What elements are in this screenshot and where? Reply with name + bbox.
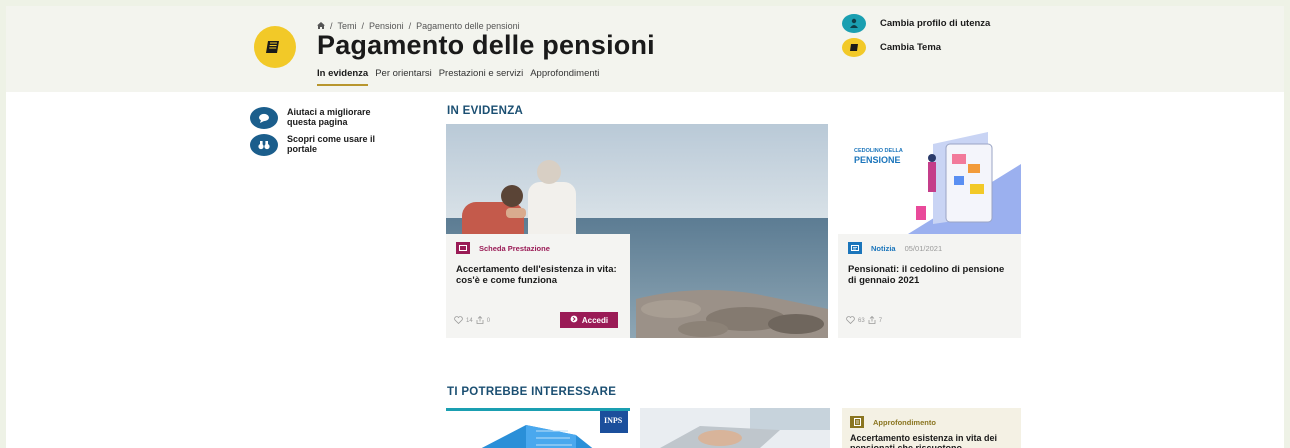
inps-logo: INPS xyxy=(604,416,623,425)
change-profile-label: Cambia profilo di utenza xyxy=(880,17,991,29)
book-icon xyxy=(266,41,279,53)
approfondimento-card[interactable]: Approfondimento Accertamento esistenza i… xyxy=(842,408,1021,448)
inps-building-card[interactable]: INPS xyxy=(446,408,630,448)
chat-icon xyxy=(250,107,278,129)
card-stats: 14 0 xyxy=(454,315,491,326)
tab-in-evidenza[interactable]: In evidenza xyxy=(317,68,369,86)
image-caption-main: PENSIONE xyxy=(854,155,901,165)
section-title-ti-potrebbe-interessare: TI POTREBBE INTERESSARE xyxy=(447,386,617,398)
tab-prestazioni-servizi[interactable]: Prestazioni e servizi xyxy=(439,68,523,86)
login-icon xyxy=(570,315,578,325)
card-title[interactable]: Accertamento esistenza in vita dei pensi… xyxy=(850,433,1013,448)
laptop-hands-card[interactable] xyxy=(640,408,830,448)
accedi-button[interactable]: Accedi xyxy=(560,312,618,328)
share-icon[interactable] xyxy=(868,315,876,326)
featured-card-body: Scheda Prestazione Accertamento dell'esi… xyxy=(446,234,630,338)
section-tabs: In evidenza Per orientarsi Prestazioni e… xyxy=(317,68,599,86)
news-date: 05/01/2021 xyxy=(904,243,943,253)
card-title[interactable]: Accertamento dell'esistenza in vita: cos… xyxy=(456,264,620,286)
card-title[interactable]: Pensionati: il cedolino di pensione di g… xyxy=(848,264,1011,286)
tab-per-orientarsi[interactable]: Per orientarsi xyxy=(375,68,432,86)
shares-count: 7 xyxy=(878,318,883,324)
card-type-row: Scheda Prestazione xyxy=(456,242,620,254)
news-icon xyxy=(848,242,862,254)
binoculars-icon xyxy=(250,134,278,156)
tab-approfondimenti[interactable]: Approfondimenti xyxy=(530,68,599,86)
featured-card[interactable]: Scheda Prestazione Accertamento dell'esi… xyxy=(446,124,828,338)
change-theme-button[interactable]: Cambia Tema xyxy=(842,37,990,57)
news-card-body: Notizia 05/01/2021 Pensionati: il cedoli… xyxy=(838,234,1021,294)
card-type-row: Approfondimento xyxy=(850,416,1013,428)
inps-building-image xyxy=(446,411,630,448)
card-type-label: Approfondimento xyxy=(873,417,936,427)
sidebar-item-guide[interactable]: Scopri come usare il portale xyxy=(250,134,387,156)
cedolino-illustration: CEDOLINO DELLA PENSIONE xyxy=(838,124,1021,234)
user-icon xyxy=(842,13,866,33)
card-type-row: Notizia 05/01/2021 xyxy=(848,242,1011,254)
sidebar-item-feedback[interactable]: Aiutaci a migliorare questa pagina xyxy=(250,107,387,129)
laptop-hands-image xyxy=(640,408,830,448)
theme-icon-badge xyxy=(254,26,296,68)
sidebar-item-label: Aiutaci a migliorare questa pagina xyxy=(287,107,371,127)
card-stats: 63 7 xyxy=(846,315,883,326)
sidebar-item-label: Scopri come usare il portale xyxy=(287,134,376,154)
heart-icon[interactable] xyxy=(846,316,855,326)
page-frame: / Temi / Pensioni / Pagamento delle pens… xyxy=(6,6,1284,448)
news-card[interactable]: CEDOLINO DELLA PENSIONE Notizia 05/01/20… xyxy=(838,124,1021,338)
change-profile-button[interactable]: Cambia profilo di utenza xyxy=(842,13,990,33)
accedi-label: Accedi xyxy=(581,315,609,325)
scheda-icon xyxy=(456,242,470,254)
page-title: Pagamento delle pensioni xyxy=(317,30,655,60)
page-header: / Temi / Pensioni / Pagamento delle pens… xyxy=(6,6,1284,92)
book-icon xyxy=(842,37,866,57)
card-type-label: Scheda Prestazione xyxy=(479,243,550,253)
header-actions: Cambia profilo di utenza Cambia Tema xyxy=(842,13,990,61)
image-caption-top: CEDOLINO DELLA xyxy=(854,148,903,154)
card-type-label: Notizia xyxy=(871,243,896,253)
section-title-in-evidenza: IN EVIDENZA xyxy=(447,105,524,117)
document-icon xyxy=(850,416,864,428)
share-icon[interactable] xyxy=(476,315,484,326)
change-theme-label: Cambia Tema xyxy=(880,41,942,53)
likes-count: 63 xyxy=(858,318,865,324)
likes-count: 14 xyxy=(466,318,473,324)
shares-count: 0 xyxy=(486,318,491,324)
sidebar: Aiutaci a migliorare questa pagina Scopr… xyxy=(250,107,387,161)
heart-icon[interactable] xyxy=(454,316,463,326)
